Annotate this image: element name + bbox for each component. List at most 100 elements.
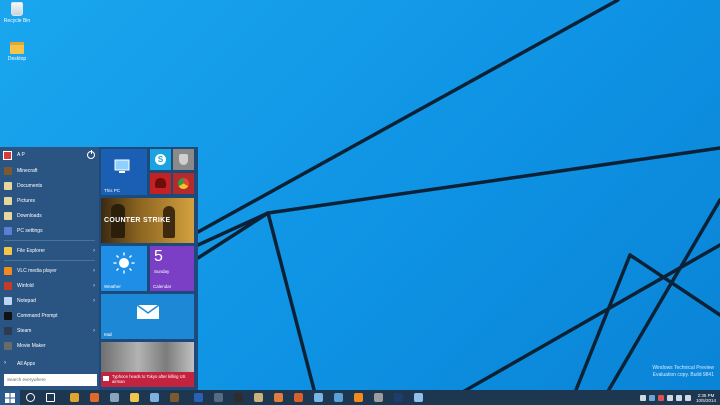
movie-maker-icon [4, 341, 12, 350]
separator [4, 240, 95, 241]
tile-counter-strike[interactable]: COUNTER STRIKE [101, 198, 194, 243]
tile-mail[interactable]: Mail [101, 294, 194, 339]
task-view-icon [45, 393, 55, 402]
tile-weather[interactable]: Weather [101, 246, 147, 291]
sun-icon [113, 252, 135, 274]
notepad-icon [4, 296, 12, 305]
tile-label: Weather [104, 284, 121, 289]
start-app-winfold[interactable]: Winfold › [0, 278, 99, 293]
steam-icon [109, 393, 119, 402]
news-caption-bar: Typhoon heads to Tokyo after killing US … [101, 372, 194, 387]
start-menu: A P Minecraft Documents Pictures Downloads P… [0, 147, 198, 390]
taskbar-button-file-explorer[interactable] [124, 390, 144, 405]
tile-label: Calendar [153, 284, 172, 289]
firefox-icon-2 [293, 393, 303, 402]
taskbar-button-network[interactable] [408, 390, 428, 405]
watermark-line: Evaluation copy. Build 9841 [652, 372, 714, 378]
app-label: Movie Maker [17, 342, 46, 349]
computer-icon [114, 159, 130, 173]
power-icon[interactable] [87, 150, 95, 159]
command-prompt-icon [4, 311, 12, 320]
chevron-up-icon[interactable] [639, 394, 646, 401]
app-label: Pictures [17, 197, 36, 204]
tray-icons [639, 394, 694, 401]
search-icon [25, 393, 35, 402]
shield-icon[interactable] [648, 394, 655, 401]
taskbar-button-task-view[interactable] [40, 390, 60, 405]
keyboard-icon[interactable] [684, 394, 691, 401]
start-app-documents[interactable]: Documents [0, 178, 99, 193]
taskbar-button-vlc[interactable] [348, 390, 368, 405]
taskbar-button-minecraft[interactable] [164, 390, 184, 405]
taskbar-button-photoshop[interactable] [388, 390, 408, 405]
tile-skype[interactable]: S [150, 149, 171, 170]
taskbar-apps [20, 390, 428, 405]
speaker-icon[interactable] [666, 394, 673, 401]
start-button[interactable] [0, 390, 20, 405]
start-app-movie-maker[interactable]: Movie Maker [0, 338, 99, 353]
chevron-right-icon[interactable]: › [93, 268, 95, 274]
flag-icon[interactable] [657, 394, 664, 401]
recycle-bin-icon [11, 2, 23, 16]
start-app-notepad[interactable]: Notepad › [0, 293, 99, 308]
gear-icon [4, 226, 12, 235]
taskbar-button-firefox[interactable] [84, 390, 104, 405]
search-input[interactable]: Search everywhere [4, 374, 97, 386]
taskbar-button-firefox[interactable] [288, 390, 308, 405]
taskbar-button-photos[interactable] [208, 390, 228, 405]
steam-icon [4, 326, 12, 335]
start-app-pc-settings[interactable]: PC settings [0, 223, 99, 238]
taskbar-button-mail[interactable] [368, 390, 388, 405]
desktop-icon-recycle-bin[interactable]: Recycle Bin [2, 2, 32, 24]
chevron-right-icon[interactable]: › [93, 248, 95, 254]
tile-news[interactable]: Typhoon heads to Tokyo after killing US … [101, 342, 194, 387]
taskbar-button-store[interactable] [328, 390, 348, 405]
tile-security[interactable] [173, 149, 194, 170]
start-menu-left-pane: A P Minecraft Documents Pictures Downloads P… [0, 147, 99, 390]
taskbar-button-remote-desktop[interactable] [144, 390, 164, 405]
tile-this-pc[interactable]: This PC [101, 149, 147, 195]
chevron-right-icon[interactable]: › [93, 298, 95, 304]
start-app-command-prompt[interactable]: Command Prompt [0, 308, 99, 323]
tile-chrome[interactable] [173, 173, 194, 194]
downloads-icon [4, 211, 12, 220]
wifi-icon[interactable] [675, 394, 682, 401]
separator [4, 260, 95, 261]
taskbar-button-virtualbox[interactable] [308, 390, 328, 405]
clock[interactable]: 2:35 PM 10/5/2014 [696, 393, 716, 403]
tile-game[interactable] [150, 173, 171, 194]
calendar-day: 5 [154, 248, 163, 265]
windows-logo-icon [5, 392, 15, 403]
app-label: Winfold [17, 282, 34, 289]
folder-icon [4, 246, 12, 255]
skype-icon: S [155, 154, 166, 165]
start-app-downloads[interactable]: Downloads [0, 208, 99, 223]
start-app-file-explorer[interactable]: File Explorer › [0, 243, 99, 258]
taskbar-button-winamp[interactable] [248, 390, 268, 405]
taskbar-button-search[interactable] [20, 390, 40, 405]
taskbar-button-steam[interactable] [104, 390, 124, 405]
start-app-pictures[interactable]: Pictures [0, 193, 99, 208]
start-app-steam[interactable]: Steam › [0, 323, 99, 338]
user-account[interactable]: A P [0, 147, 99, 163]
documents-icon [4, 181, 12, 190]
app-label: PC settings [17, 227, 43, 234]
start-app-vlc-media-player[interactable]: VLC media player › [0, 263, 99, 278]
taskbar-button-paint[interactable] [268, 390, 288, 405]
taskbar: 2:35 PM 10/5/2014 [0, 390, 720, 405]
tile-label: Mail [104, 332, 113, 337]
chevron-right-icon[interactable]: › [93, 328, 95, 334]
watermark-line: Windows Technical Preview [652, 365, 714, 371]
tile-calendar[interactable]: 5 Sunday Calendar [150, 246, 194, 291]
taskbar-button-cmd[interactable] [228, 390, 248, 405]
mail-icon [136, 304, 160, 319]
clock-time: 2:35 PM [697, 392, 715, 398]
chevron-right-icon[interactable]: › [93, 283, 95, 289]
taskbar-button-word[interactable] [188, 390, 208, 405]
news-photo [101, 342, 194, 372]
all-apps-button[interactable]: › All Apps [0, 357, 99, 371]
desktop-icon-desktop[interactable]: Desktop [2, 42, 32, 62]
taskbar-button-chrome[interactable] [64, 390, 84, 405]
start-app-minecraft[interactable]: Minecraft [0, 163, 99, 178]
photoshop-icon [393, 393, 403, 402]
